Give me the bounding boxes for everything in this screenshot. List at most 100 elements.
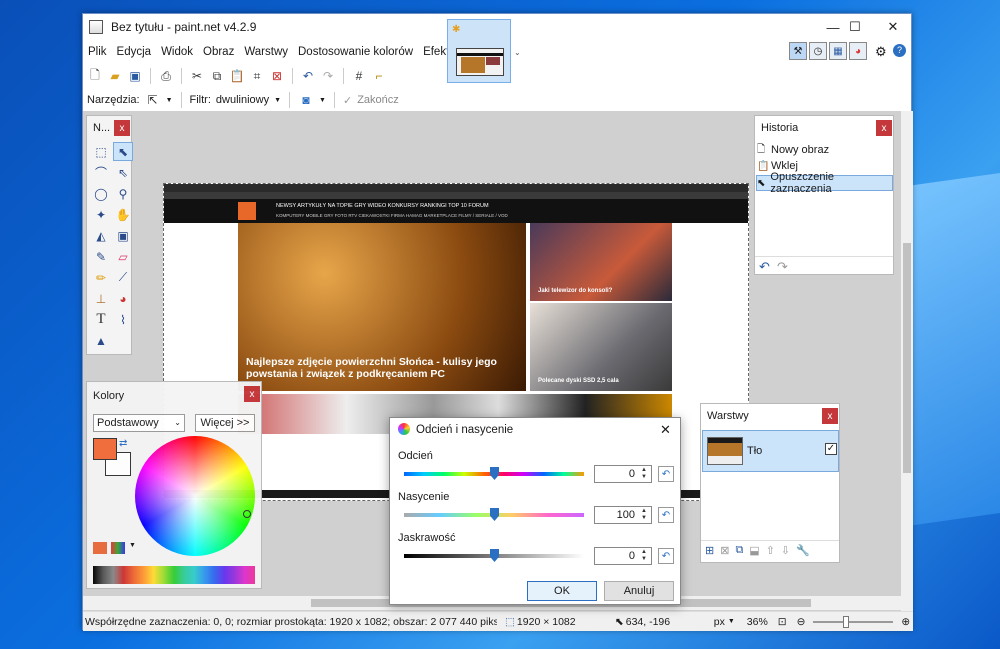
paint-bucket-icon[interactable]: ◭ (91, 226, 111, 245)
primary-color-swatch[interactable] (93, 438, 117, 460)
settings-gear-icon[interactable]: ⚙ (875, 44, 887, 60)
vertical-scrollbar[interactable] (901, 111, 913, 611)
deselect-icon[interactable]: ⊠ (269, 68, 285, 84)
zoom-tool-icon[interactable]: ⚲ (113, 184, 133, 203)
menu-obraz[interactable]: Obraz (198, 43, 239, 61)
layer-row[interactable]: Tło ✓ (702, 430, 839, 472)
zoom-in-icon[interactable]: ⊕ (901, 616, 910, 628)
maximize-button[interactable]: ☐ (835, 14, 875, 40)
layers-panel-close-button[interactable]: x (822, 408, 838, 424)
tools-toggle-icon[interactable]: ⚒ (789, 42, 807, 60)
gradient-icon[interactable]: ▣ (113, 226, 133, 245)
zoom-slider-knob[interactable] (843, 615, 850, 628)
menu-edycja[interactable]: Edycja (112, 43, 157, 61)
ruler-icon[interactable]: ⌐ (371, 68, 387, 84)
paste-icon[interactable]: 📋 (229, 68, 245, 84)
undo-icon[interactable]: ↶ (300, 68, 316, 84)
saturation-input[interactable]: 100 ▲ ▼ (594, 506, 652, 524)
open-icon[interactable]: ▰ (107, 68, 123, 84)
filter-select[interactable]: dwuliniowy (216, 94, 269, 106)
zoom-slider[interactable] (813, 615, 894, 628)
colors-toggle-icon[interactable]: ◕ (849, 42, 867, 60)
saturation-reset-icon[interactable]: ↶ (658, 507, 674, 523)
paintbrush-icon[interactable]: ✎ (91, 247, 111, 266)
cancel-button[interactable]: Anuluj (604, 581, 674, 601)
move-down-icon[interactable]: ⇩ (781, 544, 790, 557)
lasso-icon[interactable]: ⌒ (91, 163, 111, 182)
layer-visibility-checkbox[interactable]: ✓ (825, 443, 837, 455)
rect-select-icon[interactable]: ⬚ (91, 142, 111, 161)
add-palette-icon[interactable] (93, 542, 107, 554)
chevron-down-icon[interactable]: ▼ (129, 542, 136, 549)
history-item[interactable]: 🗋 Nowy obraz (757, 142, 893, 158)
merge-layer-icon[interactable]: ⬓ (749, 544, 759, 557)
chevron-down-icon[interactable]: ▼ (728, 618, 735, 625)
delete-layer-icon[interactable]: ⊠ (720, 544, 729, 557)
lightness-input[interactable]: 0 ▲ ▼ (594, 547, 652, 565)
spinner-arrows-icon[interactable]: ▲ ▼ (638, 467, 650, 481)
move-up-icon[interactable]: ⇧ (766, 544, 775, 557)
swap-colors-icon[interactable]: ⇄ (119, 438, 127, 449)
zoom-level[interactable]: 36% (747, 616, 768, 628)
chevron-down-icon[interactable]: ▼ (166, 97, 173, 104)
menu-plik[interactable]: Plik (83, 43, 112, 61)
grid-icon[interactable]: # (351, 68, 367, 84)
print-icon[interactable]: ⎙ (158, 68, 174, 84)
zoom-fit-icon[interactable]: ⊡ (778, 616, 787, 628)
finish-button[interactable]: Zakończ (357, 94, 399, 106)
menu-dostosowanie[interactable]: Dostosowanie kolorów (293, 43, 418, 61)
unit-select[interactable]: px (714, 616, 725, 628)
undo-icon[interactable]: ↶ (759, 259, 770, 275)
duplicate-layer-icon[interactable]: ⧉ (735, 544, 743, 557)
add-layer-icon[interactable]: ⊞ (705, 544, 714, 557)
layer-properties-icon[interactable]: 🔧 (796, 544, 810, 557)
move-tool-icon[interactable]: ⇱ (145, 92, 161, 108)
color-picker-icon[interactable]: ⟋ (113, 268, 133, 287)
move-selected-icon[interactable]: ⇖ (113, 163, 133, 182)
spinner-arrows-icon[interactable]: ▲ ▼ (638, 549, 650, 563)
lightness-slider-knob[interactable] (490, 549, 499, 562)
color-wheel-marker[interactable] (243, 510, 251, 518)
palette-icon[interactable] (111, 542, 125, 554)
spinner-arrows-icon[interactable]: ▲ ▼ (638, 508, 650, 522)
history-item-selected[interactable]: ⬉ Opuszczenie zaznaczenia (756, 171, 893, 195)
copy-icon[interactable]: ⧉ (209, 68, 225, 84)
color-palette[interactable] (93, 566, 255, 584)
help-icon[interactable]: ? (893, 44, 906, 57)
history-panel-close-button[interactable]: x (876, 120, 892, 136)
magic-wand-icon[interactable]: ✦ (91, 205, 111, 224)
save-icon[interactable]: ▣ (127, 68, 143, 84)
lightness-reset-icon[interactable]: ↶ (658, 548, 674, 564)
crop-icon[interactable]: ⌗ (249, 68, 265, 84)
line-tool-icon[interactable]: ⌇ (113, 310, 133, 329)
eraser-icon[interactable]: ▱ (113, 247, 133, 266)
saturation-slider-knob[interactable] (490, 508, 499, 521)
recolor-icon[interactable]: ◕ (113, 289, 133, 308)
ok-button[interactable]: OK (527, 581, 597, 601)
redo-icon[interactable]: ↷ (777, 259, 788, 275)
vertical-scroll-thumb[interactable] (903, 243, 911, 473)
zoom-out-icon[interactable]: ⊖ (797, 616, 806, 628)
new-file-icon[interactable]: 🗋 (87, 68, 103, 84)
menu-widok[interactable]: Widok (156, 43, 198, 61)
cut-icon[interactable]: ✂ (189, 68, 205, 84)
hue-input[interactable]: 0 ▲ ▼ (594, 465, 652, 483)
close-window-button[interactable]: ✕ (873, 14, 913, 40)
pencil-icon[interactable]: ✏ (91, 268, 111, 287)
hue-slider-knob[interactable] (490, 467, 499, 480)
redo-icon[interactable]: ↷ (320, 68, 336, 84)
chevron-down-icon[interactable]: ▼ (319, 97, 326, 104)
menu-warstwy[interactable]: Warstwy (239, 43, 293, 61)
layers-toggle-icon[interactable]: ▦ (829, 42, 847, 60)
image-thumbnail-tab[interactable]: ✱ (447, 19, 511, 83)
more-colors-button[interactable]: Więcej >> (195, 414, 255, 432)
text-tool-icon[interactable]: T (91, 310, 111, 329)
clone-stamp-icon[interactable]: ⊥ (91, 289, 111, 308)
color-mode-select[interactable]: Podstawowy ⌄ (93, 414, 185, 432)
thumbnail-dropdown-icon[interactable]: ⌄ (514, 48, 521, 57)
hue-reset-icon[interactable]: ↶ (658, 466, 674, 482)
color-wheel[interactable] (135, 436, 255, 556)
history-toggle-icon[interactable]: ◷ (809, 42, 827, 60)
pan-tool-icon[interactable]: ✋ (113, 205, 133, 224)
dialog-close-button[interactable]: ✕ (660, 422, 671, 438)
